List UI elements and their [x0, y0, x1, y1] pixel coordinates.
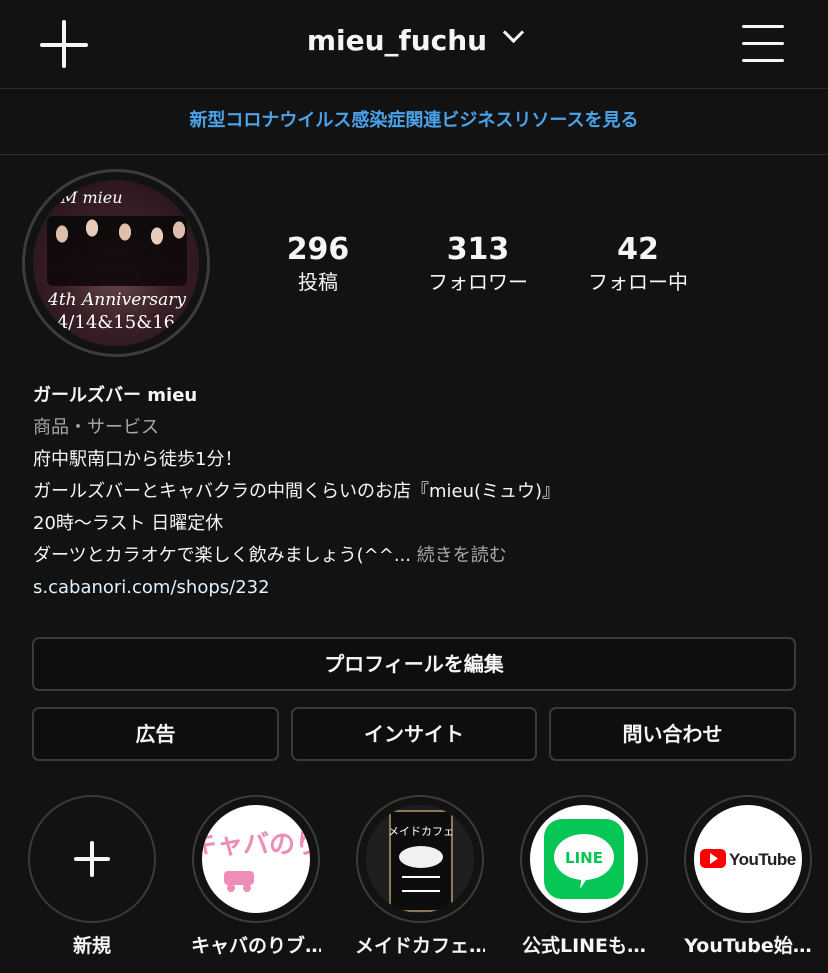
stat-value: 313	[446, 232, 510, 267]
display-name: ガールズバー mieu	[33, 385, 198, 406]
stat-value: 42	[617, 232, 659, 267]
highlight-official-line[interactable]: LINE 公式LINEも…	[519, 795, 649, 958]
thumb-text: メイドカフェ	[388, 825, 454, 838]
avatar-image: M mieu 4th Anniversary 4/14&15&16	[33, 180, 199, 346]
highlight-label: キャバのりブ…	[191, 935, 321, 957]
bio-line-truncated: ダーツとカラオケで楽しく飲みましょう(^^... 続きを読む	[33, 540, 803, 572]
profile-avatar[interactable]: M mieu 4th Anniversary 4/14&15&16	[22, 169, 210, 357]
thumb-text: LINE	[565, 849, 603, 867]
thumb-text: キャバのり	[202, 830, 310, 860]
avatar-anniversary-text: 4th Anniversary	[48, 290, 186, 310]
covid-resources-banner: 新型コロナウイルス感染症関連ビジネスリソースを見る	[0, 88, 828, 155]
bio-line: 20時〜ラスト 日曜定休	[33, 513, 224, 534]
bio-line: ダーツとカラオケで楽しく飲みましょう(^^...	[33, 545, 411, 566]
bio-line: 府中駅南口から徒歩1分！	[33, 449, 243, 470]
highlight-label: 新規	[72, 935, 111, 957]
followers-count[interactable]: 313 フォロワー	[398, 233, 558, 297]
insights-button[interactable]: インサイト	[291, 707, 537, 761]
highlight-maid-cafe[interactable]: メイドカフェ メイドカフェ…	[355, 795, 485, 958]
highlight-thumbnail: LINE	[530, 805, 638, 913]
posts-count[interactable]: 296 投稿	[238, 233, 398, 297]
following-count[interactable]: 42 フォロー中	[558, 233, 718, 297]
covid-resources-link[interactable]: 新型コロナウイルス感染症関連ビジネスリソースを見る	[189, 110, 638, 131]
ads-button[interactable]: 広告	[32, 707, 279, 761]
avatar-logo-text: M mieu	[61, 188, 123, 207]
chevron-down-icon	[503, 21, 525, 44]
stat-label: フォロワー	[428, 270, 528, 294]
highlight-thumbnail: YouTube	[694, 805, 802, 913]
stat-value: 296	[286, 232, 350, 267]
avatar-dates-text: 4/14&15&16	[56, 312, 176, 333]
contact-button[interactable]: 問い合わせ	[549, 707, 796, 761]
highlight-cabanori[interactable]: キャバのり キャバのりブ…	[191, 795, 321, 958]
bio-line: ガールズバーとキャバクラの中間くらいのお店『mieu(ミュウ)』	[33, 481, 561, 502]
highlight-youtube[interactable]: YouTube YouTube始…	[683, 795, 813, 958]
highlight-label: 公式LINEも…	[521, 935, 647, 957]
website-link[interactable]: s.cabanori.com/shops/232	[33, 572, 803, 604]
youtube-logo-icon: YouTube	[700, 849, 796, 869]
highlight-label: メイドカフェ…	[355, 935, 485, 957]
highlight-new[interactable]: 新規	[27, 795, 157, 958]
category-label: 商品・サービス	[33, 417, 159, 438]
account-switcher[interactable]: mieu_fuchu	[0, 21, 828, 57]
stat-label: フォロー中	[588, 270, 688, 294]
profile-bio: ガールズバー mieu 商品・サービス 府中駅南口から徒歩1分！ ガールズバーと…	[33, 380, 803, 604]
thumb-text: YouTube	[729, 850, 796, 869]
highlight-label: YouTube始…	[684, 935, 812, 957]
menu-icon[interactable]	[742, 23, 784, 63]
line-logo-icon: LINE	[544, 819, 624, 899]
plus-icon	[74, 841, 110, 877]
top-bar: mieu_fuchu	[0, 0, 828, 88]
edit-profile-button[interactable]: プロフィールを編集	[32, 637, 796, 691]
stat-label: 投稿	[298, 270, 338, 294]
username: mieu_fuchu	[306, 24, 488, 57]
highlight-thumbnail: キャバのり	[202, 805, 310, 913]
highlight-thumbnail: メイドカフェ	[366, 805, 474, 913]
read-more-link[interactable]: 続きを読む	[417, 545, 507, 566]
